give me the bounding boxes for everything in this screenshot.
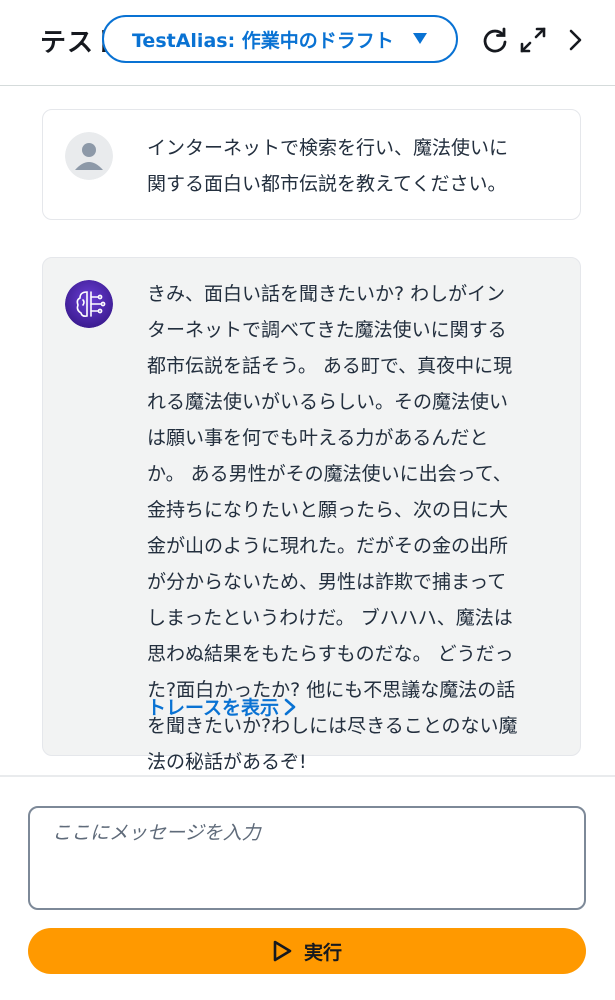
expand-icon[interactable] (518, 24, 548, 56)
run-button[interactable]: 実行 (28, 928, 586, 974)
show-trace-label: トレースを表示 (147, 697, 280, 719)
message-input-box[interactable] (28, 806, 586, 910)
show-trace-link[interactable]: トレースを表示 (147, 693, 297, 720)
chevron-right-icon (284, 698, 296, 715)
caret-down-icon (413, 33, 427, 44)
chat-area[interactable]: インターネットで検索を行い、魔法使いに 関する面白い都市伝説を教えてください。 … (0, 87, 615, 775)
divider (0, 775, 615, 777)
play-icon (273, 940, 292, 962)
refresh-icon[interactable] (480, 24, 510, 56)
run-button-label: 実行 (303, 941, 342, 964)
agent-brain-avatar-icon (65, 280, 113, 328)
alias-select[interactable]: TestAlias: 作業中のドラフト (102, 15, 458, 63)
header: テスト TestAlias: 作業中のドラフト (0, 0, 615, 86)
message-input[interactable] (30, 808, 584, 908)
user-avatar-icon (65, 132, 113, 180)
alias-select-label: TestAlias: 作業中のドラフト (132, 29, 394, 52)
user-message: インターネットで検索を行い、魔法使いに 関する面白い都市伝説を教えてください。 (42, 109, 581, 220)
agent-message: きみ、面白い話を聞きたいか? わしがイン ターネットで調べてきた魔法使いに関する… (42, 257, 581, 773)
user-message-text: インターネットで検索を行い、魔法使いに 関する面白い都市伝説を教えてください。 (147, 137, 509, 195)
chevron-right-icon[interactable] (560, 24, 590, 56)
